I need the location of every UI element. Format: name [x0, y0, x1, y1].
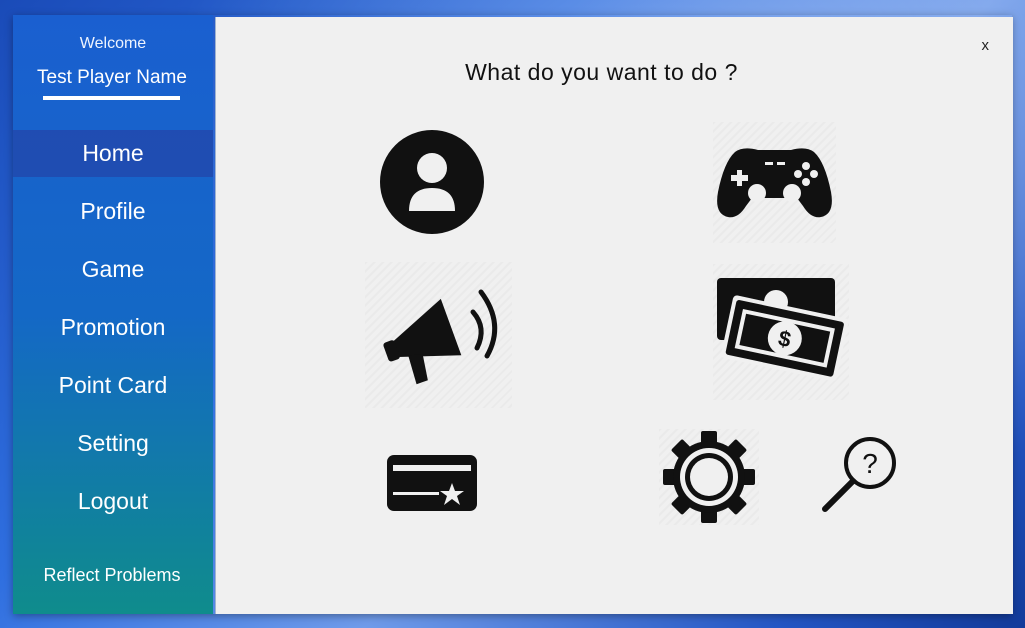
- help-search-icon: ?: [822, 437, 896, 512]
- sidebar-item-setting[interactable]: Setting: [13, 420, 213, 467]
- sidebar: Welcome Test Player Name Home Profile Ga…: [13, 15, 213, 614]
- money-tile[interactable]: $: [713, 264, 849, 400]
- help-tile[interactable]: ?: [820, 435, 900, 515]
- promotion-tile[interactable]: [365, 262, 512, 408]
- sidebar-item-profile[interactable]: Profile: [13, 188, 213, 235]
- main-panel: x What do you want to do ? $ ?: [215, 17, 1013, 614]
- player-name: Test Player Name: [37, 67, 187, 88]
- sidebar-item-logout[interactable]: Logout: [13, 478, 213, 525]
- money-icon: $: [717, 278, 849, 382]
- welcome-label: Welcome: [79, 35, 147, 52]
- sidebar-item-home[interactable]: Home: [13, 130, 213, 177]
- sidebar-item-promotion[interactable]: Promotion: [13, 304, 213, 351]
- profile-tile[interactable]: [379, 129, 485, 235]
- profile-user-icon: [380, 130, 484, 234]
- megaphone-icon: [383, 289, 498, 385]
- page-title: What do you want to do ?: [465, 59, 738, 85]
- sidebar-nav: Home Profile Game Promotion Point Card S…: [13, 130, 213, 536]
- close-button[interactable]: x: [982, 37, 990, 54]
- sidebar-item-point-card[interactable]: Point Card: [13, 362, 213, 409]
- gear-icon: [663, 431, 755, 523]
- point-card-tile[interactable]: [386, 453, 478, 513]
- setting-tile[interactable]: [659, 429, 759, 525]
- svg-text:?: ?: [862, 448, 878, 479]
- gamepad-icon: [717, 148, 832, 218]
- sidebar-item-game[interactable]: Game: [13, 246, 213, 293]
- name-underline: [43, 96, 180, 100]
- app-window: Welcome Test Player Name Home Profile Ga…: [13, 15, 1013, 614]
- game-tile[interactable]: [713, 122, 836, 243]
- point-card-icon: [387, 455, 477, 511]
- reflect-problems-link[interactable]: Reflect Problems: [13, 565, 211, 586]
